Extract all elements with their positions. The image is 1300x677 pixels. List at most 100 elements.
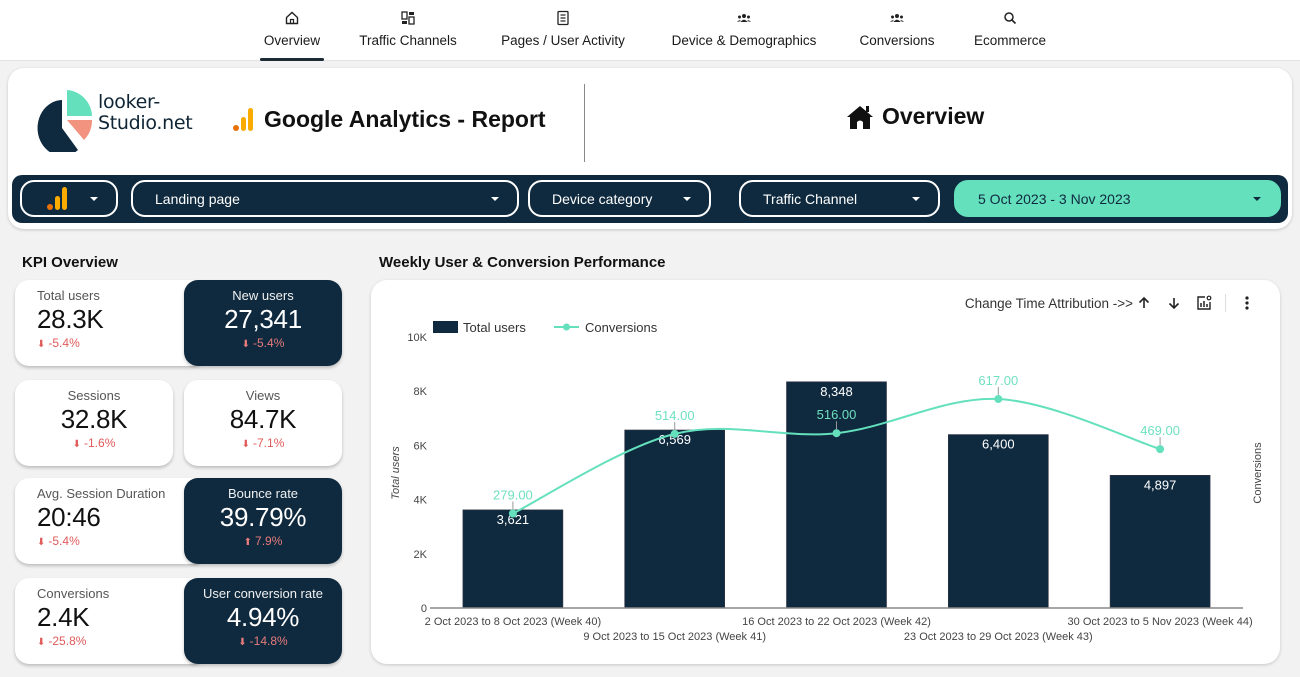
change-indicator: ⬇ -5.4%	[241, 336, 285, 350]
conversions-point[interactable]	[1156, 445, 1165, 454]
arrow-down-icon: ⬇	[241, 439, 251, 450]
conversions-point[interactable]	[994, 394, 1003, 403]
x-tick-label: 2 Oct 2023 to 8 Oct 2023 (Week 40)	[425, 616, 602, 628]
kpi-card-sessions[interactable]: Sessions 32.8K ⬇ -1.6%	[15, 380, 173, 466]
change-indicator: ⬇ -25.8%	[37, 634, 87, 648]
conversions-point[interactable]	[508, 509, 517, 518]
tab-label: Traffic Channels	[359, 33, 457, 48]
x-axis-labels: 2 Oct 2023 to 8 Oct 2023 (Week 40) 9 Oct …	[425, 616, 1253, 643]
device-category-filter[interactable]: Device category	[528, 180, 711, 217]
header-divider	[584, 84, 585, 162]
legend-label-total-users: Total users	[463, 320, 526, 335]
kpi-row: Total users 28.3K ⬇ -5.4% New users 27,34…	[15, 280, 342, 366]
line-data-label: 516.00	[817, 407, 857, 422]
google-analytics-icon	[47, 187, 67, 210]
line-data-label: 617.00	[978, 373, 1018, 388]
tab-label: Device & Demographics	[671, 33, 817, 48]
bar-data-label: 6,400	[982, 437, 1015, 452]
pie-logo-icon	[37, 90, 93, 152]
home-icon	[847, 105, 873, 129]
bar-total-users[interactable]	[947, 434, 1049, 609]
line-data-label: 514.00	[655, 408, 695, 423]
bar-data-label: 4,897	[1144, 477, 1177, 492]
arrow-down-icon: ⬇	[37, 339, 46, 350]
kpi-card-new-users[interactable]: New users 27,341 ⬇ -5.4%	[184, 280, 342, 366]
change-indicator: ⬇ -14.8%	[238, 634, 288, 648]
y-axis-right-title: Conversions	[1252, 442, 1264, 504]
chevron-down-icon	[912, 197, 920, 201]
chart-section-title: Weekly User & Conversion Performance	[379, 254, 666, 271]
y-tick-label: 10K	[407, 332, 427, 344]
chevron-down-icon	[1253, 197, 1261, 201]
arrow-down-icon: ⬇	[37, 637, 46, 648]
legend-swatch-total-users	[433, 321, 458, 333]
kpi-row: Sessions 32.8K ⬇ -1.6% Views 84.7K ⬇ -7.1%	[15, 380, 342, 466]
arrow-down-icon: ⬇	[72, 439, 82, 450]
top-navigation: Overview Traffic Channels Pages / User A…	[0, 0, 1300, 61]
tab-pages-user-activity[interactable]: Pages / User Activity	[493, 10, 633, 60]
logo-text: looker- Studio.net	[98, 91, 193, 134]
date-range-picker[interactable]: 5 Oct 2023 - 3 Nov 2023	[954, 180, 1281, 217]
kpi-section-title: KPI Overview	[22, 254, 118, 271]
report-header: looker- Studio.net Google Analytics - Re…	[8, 68, 1292, 229]
x-tick-label: 23 Oct 2023 to 29 Oct 2023 (Week 43)	[904, 631, 1093, 643]
filter-bar: Landing page Device category Traffic Cha…	[12, 175, 1288, 223]
tab-label: Ecommerce	[973, 33, 1046, 48]
arrow-down-icon: ⬇	[37, 537, 46, 548]
change-indicator: ⬇ -7.1%	[241, 436, 285, 450]
y-tick-label: 0	[421, 603, 427, 615]
bar-data-label: 8,348	[820, 384, 853, 399]
bar-total-users[interactable]	[1109, 474, 1211, 609]
document-icon	[557, 10, 569, 26]
x-tick-label: 16 Oct 2023 to 22 Oct 2023 (Week 42)	[742, 616, 931, 628]
page-title: Overview	[846, 103, 984, 130]
conversions-point[interactable]	[832, 429, 841, 438]
traffic-channel-filter[interactable]: Traffic Channel	[739, 180, 940, 217]
weekly-performance-chart-card: Change Time Attribution ->> Total users …	[371, 280, 1280, 664]
looker-studio-logo[interactable]: looker- Studio.net	[34, 88, 214, 152]
y-tick-label: 2K	[414, 549, 428, 561]
kpi-row: Avg. Session Duration 20:46 ⬇ -5.4% Bounc…	[15, 478, 342, 564]
chevron-down-icon	[683, 197, 691, 201]
kpi-card-conversions[interactable]: Conversions 2.4K ⬇ -25.8%	[15, 578, 205, 664]
y-axis-ticks: 0 2K 4K 6K 8K 10K	[407, 332, 427, 615]
change-indicator: ⬇ -1.6%	[72, 436, 116, 450]
tab-label: Conversions	[859, 33, 935, 48]
tab-label: Pages / User Activity	[501, 33, 625, 48]
landing-page-filter[interactable]: Landing page	[131, 180, 519, 217]
bar-total-users[interactable]	[624, 429, 725, 609]
change-indicator: ⬇ -5.4%	[37, 336, 80, 350]
change-indicator: ⬇ -5.4%	[37, 534, 80, 548]
y-tick-label: 6K	[414, 440, 428, 452]
line-data-label: 279.00	[493, 487, 533, 502]
chart-legend: Total users Conversions	[433, 320, 658, 335]
legend-label-conversions: Conversions	[585, 320, 658, 335]
tab-ecommerce[interactable]: Ecommerce	[968, 10, 1052, 60]
kpi-card-views[interactable]: Views 84.7K ⬇ -7.1%	[184, 380, 342, 466]
kpi-card-user-conversion-rate[interactable]: User conversion rate 4.94% ⬇ -14.8%	[184, 578, 342, 664]
search-icon	[1004, 12, 1017, 25]
report-title: Google Analytics - Report	[232, 106, 546, 133]
tab-overview[interactable]: Overview	[260, 10, 324, 61]
tab-conversions[interactable]: Conversions	[855, 10, 939, 60]
y-tick-label: 4K	[414, 495, 428, 507]
kpi-row: Conversions 2.4K ⬇ -25.8% User conversion…	[15, 578, 342, 664]
y-axis-title: Total users	[390, 446, 402, 500]
conversions-point[interactable]	[670, 429, 679, 438]
arrow-down-icon: ⬇	[238, 637, 247, 648]
tab-traffic-channels[interactable]: Traffic Channels	[353, 10, 463, 60]
chevron-down-icon	[90, 197, 98, 201]
home-icon	[285, 11, 299, 25]
tab-label: Overview	[263, 33, 321, 48]
line-data-label: 469.00	[1140, 423, 1180, 438]
tab-device-demographics[interactable]: Device & Demographics	[662, 10, 826, 60]
x-tick-label: 30 Oct 2023 to 5 Nov 2023 (Week 44)	[1068, 616, 1253, 628]
kpi-card-avg-session-duration[interactable]: Avg. Session Duration 20:46 ⬇ -5.4%	[15, 478, 205, 564]
kpi-card-total-users[interactable]: Total users 28.3K ⬇ -5.4%	[15, 280, 205, 366]
chevron-down-icon	[491, 197, 499, 201]
kpi-card-bounce-rate[interactable]: Bounce rate 39.79% ⬆ 7.9%	[184, 478, 342, 564]
group-icon	[737, 14, 751, 22]
legend-marker-conversions	[563, 323, 570, 331]
account-selector[interactable]	[20, 180, 118, 217]
y-tick-label: 8K	[414, 386, 428, 398]
